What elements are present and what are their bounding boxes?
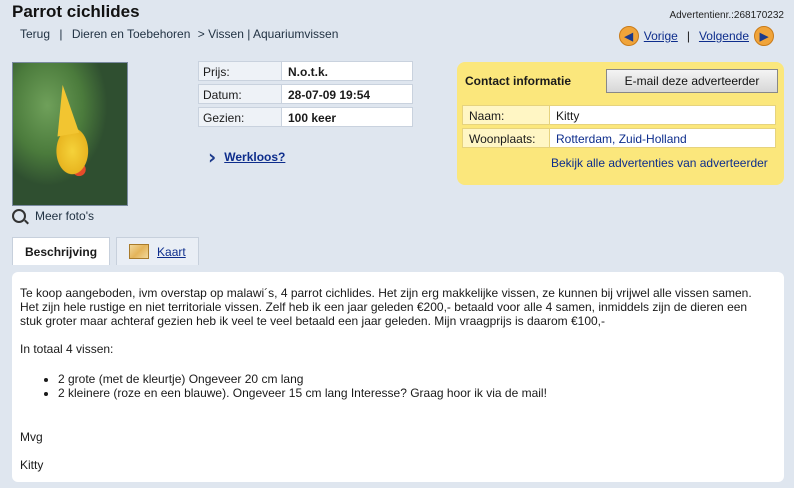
- more-photos-label[interactable]: Meer foto's: [35, 209, 94, 223]
- contact-label: Woonplaats:: [462, 128, 549, 148]
- pager: ◀ Vorige | Volgende ▶: [618, 26, 774, 46]
- next-arrow-icon[interactable]: ▶: [754, 26, 774, 46]
- ad-photo[interactable]: [12, 62, 128, 206]
- back-link[interactable]: Terug: [20, 27, 50, 41]
- email-advertiser-button[interactable]: E-mail deze adverteerder: [606, 69, 778, 93]
- ad-number: Advertentienr.:268170232: [669, 10, 784, 21]
- detail-label: Prijs:: [198, 61, 281, 81]
- description-paragraph: In totaal 4 vissen:: [20, 342, 114, 356]
- werkloos-promo[interactable]: › Werkloos?: [208, 145, 285, 169]
- tab-map-label[interactable]: Kaart: [157, 245, 186, 259]
- breadcrumb-separator: |: [59, 27, 63, 41]
- breadcrumb-subcategory[interactable]: > Vissen | Aquariumvissen: [198, 27, 339, 41]
- contact-value: Kitty: [549, 105, 776, 125]
- page-title: Parrot cichlides: [12, 2, 140, 21]
- zoom-icon: [12, 209, 26, 223]
- all-ads-link[interactable]: Bekijk alle advertenties van adverteerde…: [551, 156, 768, 170]
- breadcrumb-category[interactable]: Dieren en Toebehoren: [72, 27, 191, 41]
- werkloos-link[interactable]: Werkloos?: [224, 150, 285, 164]
- description-body: Te koop aangeboden, ivm overstap op mala…: [20, 286, 760, 472]
- contact-row-name: Naam: Kitty: [462, 105, 776, 125]
- detail-value: 100 keer: [281, 107, 413, 127]
- detail-row-views: Gezien: 100 keer: [198, 107, 413, 127]
- next-link[interactable]: Volgende: [699, 29, 749, 43]
- description-list: 2 grote (met de kleurtje) Ongeveer 20 cm…: [42, 372, 760, 400]
- more-photos[interactable]: Meer foto's: [12, 209, 94, 223]
- map-icon: [129, 244, 150, 259]
- list-item: 2 grote (met de kleurtje) Ongeveer 20 cm…: [58, 372, 760, 386]
- contact-row-location: Woonplaats: Rotterdam, Zuid-Holland: [462, 128, 776, 148]
- pager-separator: |: [686, 29, 690, 43]
- detail-row-price: Prijs: N.o.t.k.: [198, 61, 413, 81]
- details-table: Prijs: N.o.t.k. Datum: 28-07-09 19:54 Ge…: [198, 61, 413, 130]
- tab-bar: Beschrijving Kaart: [12, 237, 199, 265]
- detail-value: N.o.t.k.: [281, 61, 413, 81]
- tab-map[interactable]: Kaart: [116, 237, 199, 265]
- contact-heading: Contact informatie: [465, 74, 572, 88]
- contact-panel: Contact informatie E-mail deze adverteer…: [457, 62, 784, 185]
- closing-text: Mvg: [20, 430, 43, 444]
- tab-description[interactable]: Beschrijving: [12, 237, 111, 265]
- detail-label: Gezien:: [198, 107, 281, 127]
- prev-arrow-icon[interactable]: ◀: [618, 26, 639, 46]
- fish-fin-decoration: [48, 83, 80, 137]
- contact-label: Naam:: [462, 105, 549, 125]
- signature-text: Kitty: [20, 458, 44, 472]
- contact-value: Rotterdam, Zuid-Holland: [549, 128, 776, 148]
- chevron-right-icon: ›: [208, 145, 217, 169]
- detail-value: 28-07-09 19:54: [281, 84, 413, 104]
- detail-row-date: Datum: 28-07-09 19:54: [198, 84, 413, 104]
- list-item: 2 kleinere (roze en een blauwe). Ongevee…: [58, 386, 760, 400]
- breadcrumb: Terug | Dieren en Toebehoren > Vissen | …: [20, 27, 338, 41]
- description-panel: Te koop aangeboden, ivm overstap op mala…: [12, 272, 784, 482]
- prev-link[interactable]: Vorige: [644, 29, 678, 43]
- detail-label: Datum:: [198, 84, 281, 104]
- description-paragraph: Te koop aangeboden, ivm overstap op mala…: [20, 286, 752, 328]
